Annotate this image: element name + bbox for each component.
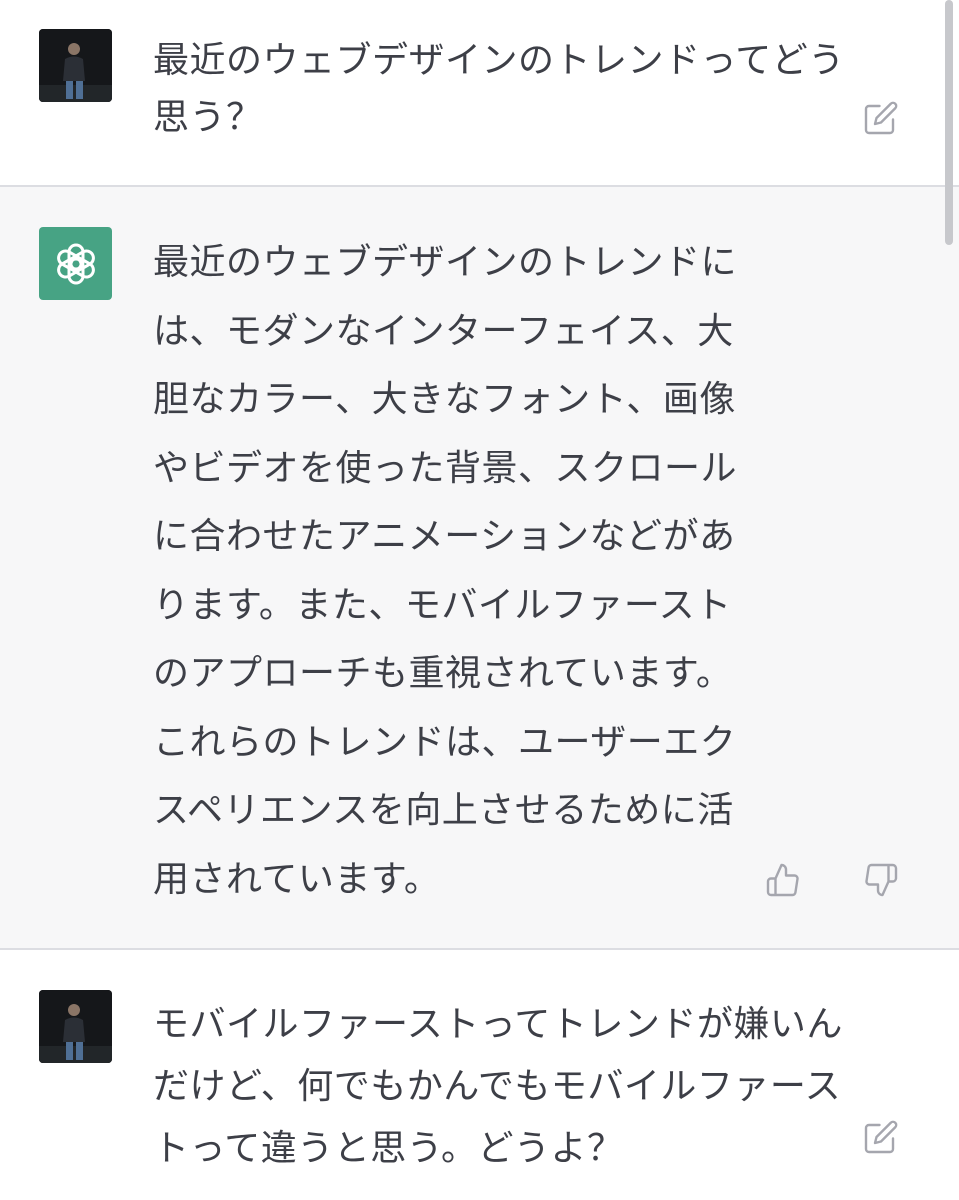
chat-page: 最近のウェブデザインのトレンドってどう 思う？ 最近のウェブデザインのトレンドに… [0,0,959,1200]
user-message: モバイルファーストってトレンドが嫌いん だけど、何でもかんでもモバイルファース … [0,950,959,1200]
edit-icon [864,1120,898,1154]
scrollbar[interactable] [945,0,953,245]
assistant-avatar [39,227,112,300]
user-avatar [39,29,112,102]
thumbs-up-button[interactable] [763,860,803,900]
thumbs-up-icon [766,863,799,897]
user-message-text: 最近のウェブデザインのトレンドってどう 思う？ [153,40,845,138]
assistant-message: 最近のウェブデザインのトレンドに は、モダンなインターフェイス、大 胆なカラー、… [0,187,959,950]
edit-button[interactable] [861,1117,901,1157]
assistant-message-text: 最近のウェブデザインのトレンドに は、モダンなインターフェイス、大 胆なカラー、… [153,242,738,900]
thumbs-down-button[interactable] [861,860,901,900]
edit-icon [864,101,898,135]
user-message: 最近のウェブデザインのトレンドってどう 思う？ [0,0,959,187]
user-avatar [39,990,112,1063]
user-photo [39,29,112,102]
openai-logo-icon [56,243,95,284]
thumbs-down-icon [865,863,898,897]
user-photo [39,990,112,1063]
edit-button[interactable] [861,98,901,138]
user-message-text: モバイルファーストってトレンドが嫌いん だけど、何でもかんでもモバイルファース … [153,1004,843,1169]
